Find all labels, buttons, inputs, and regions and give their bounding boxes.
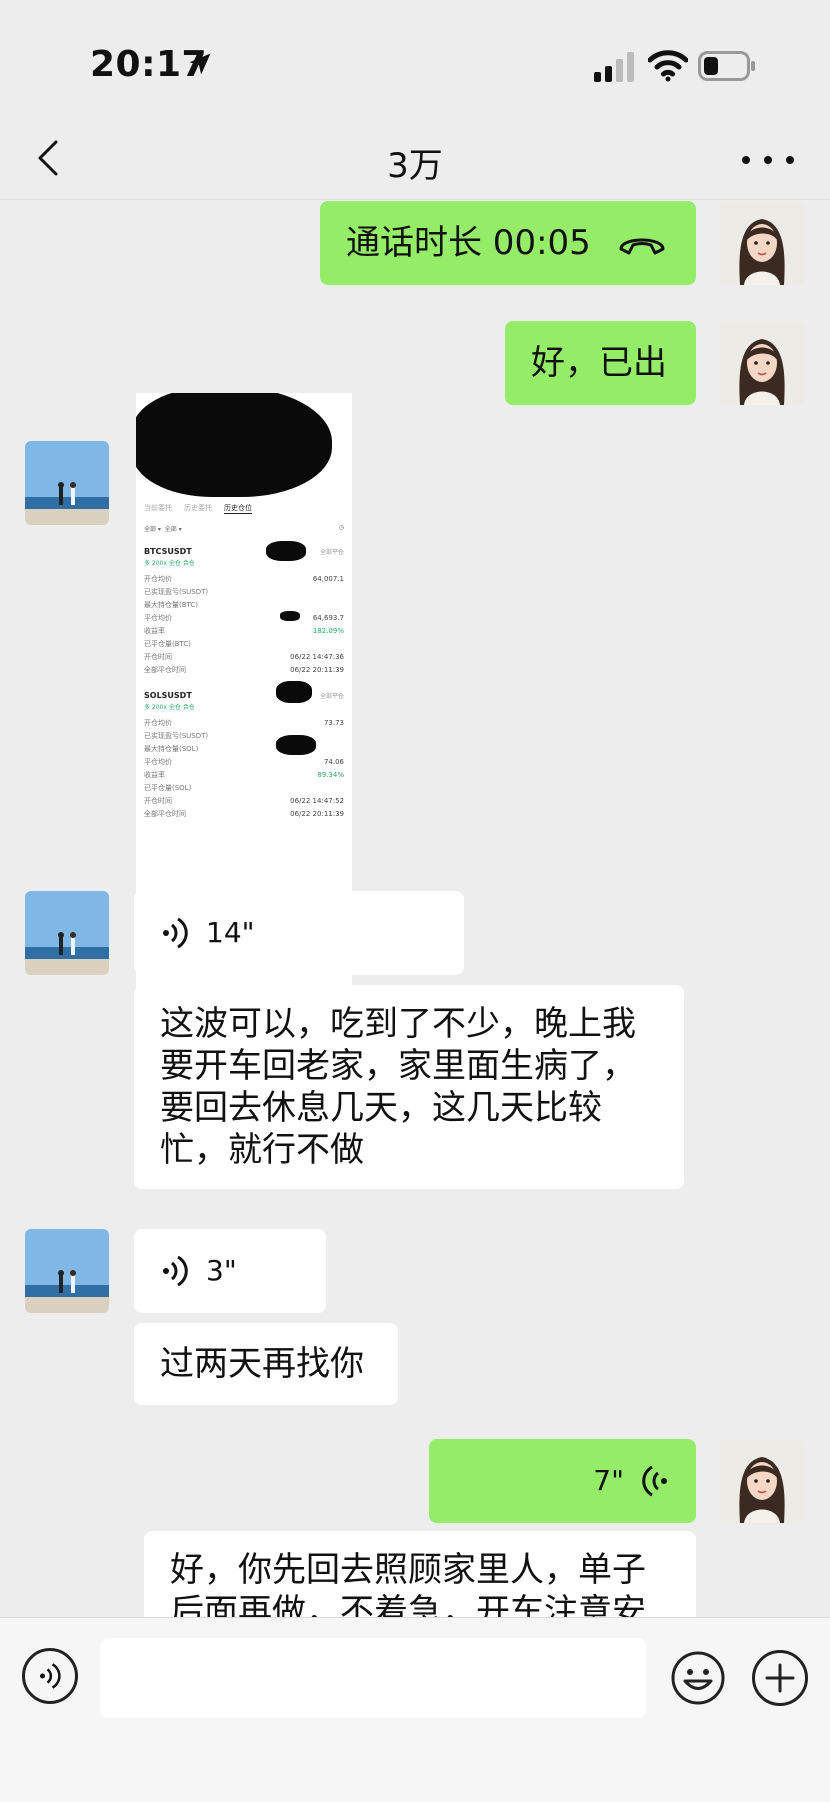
- image-tab-active: 历史仓位: [224, 504, 252, 514]
- chat-title: 3万: [387, 146, 443, 186]
- input-bar: [0, 1617, 830, 1802]
- redaction-mark: [266, 541, 306, 561]
- contact-avatar[interactable]: [25, 891, 109, 975]
- dot-icon: [786, 156, 794, 164]
- cellular-signal-icon: [594, 52, 634, 82]
- row-value: 06/22 20:11:39: [290, 810, 344, 818]
- row-key: 最大持仓量(SOL): [144, 745, 199, 753]
- my-avatar[interactable]: [720, 1439, 804, 1523]
- woman-portrait-icon: [720, 321, 804, 405]
- redaction-mark: [276, 681, 312, 703]
- row-value: 182.09%: [312, 627, 344, 635]
- wifi-icon: [648, 50, 688, 82]
- image-filters: 全部 ▾ 全部 ▾ ◷: [136, 520, 352, 541]
- contact-avatar[interactable]: [25, 441, 109, 525]
- row-value: 89.34%: [317, 771, 344, 779]
- location-arrow-icon: [189, 53, 211, 75]
- message-text: 这波可以，吃到了不少，晚上我要开车回老家，家里面生病了，要回去休息几天，这几天比…: [160, 1004, 636, 1170]
- row-key: 平仓均价: [144, 758, 172, 766]
- voice-message-bubble[interactable]: 3": [134, 1229, 326, 1313]
- voice-input-toggle[interactable]: [22, 1648, 78, 1704]
- image-tab: 历史委托: [184, 504, 212, 512]
- clock-icon: ◷: [338, 524, 344, 531]
- row-key: 开仓时间: [144, 653, 172, 661]
- chat-header: 3万: [0, 120, 830, 200]
- row-key: 已平仓量(SOL): [144, 784, 192, 792]
- row-value: 06/22 20:11:39: [290, 666, 344, 674]
- row-value: 74.06: [323, 758, 344, 766]
- message-text: 好，已出: [531, 343, 667, 383]
- row-key: 最大持仓量(BTC): [144, 601, 199, 609]
- row-key: 已实现盈亏(SUSDT): [144, 588, 209, 596]
- woman-portrait-icon: [720, 1439, 804, 1523]
- more-actions-button[interactable]: [752, 1650, 808, 1706]
- row-key: 开仓时间: [144, 797, 172, 805]
- position-tag: 多 200x 全仓 合仓: [144, 704, 195, 711]
- row-key: 全部平仓时间: [144, 666, 186, 674]
- my-avatar[interactable]: [720, 321, 804, 405]
- beach-couple-photo-icon: [25, 1229, 109, 1313]
- received-text-bubble[interactable]: 过两天再找你: [134, 1323, 398, 1405]
- woman-portrait-icon: [720, 201, 804, 285]
- voice-wave-icon: [642, 1465, 667, 1497]
- message-input[interactable]: [100, 1638, 646, 1718]
- position-card: SOLSUSDT 全部平仓 多 200x 全仓 合仓 开仓均价 73.73 已实现盈…: [136, 685, 352, 821]
- dot-icon: [742, 156, 750, 164]
- voice-message-bubble[interactable]: 14": [134, 891, 464, 975]
- voice-wave-icon: [163, 917, 188, 949]
- row-value: 64,007.1: [312, 575, 344, 583]
- row-value: 64,693.7: [312, 614, 344, 622]
- received-text-bubble[interactable]: 这波可以，吃到了不少，晚上我要开车回老家，家里面生病了，要回去休息几天，这几天比…: [134, 985, 684, 1189]
- voice-message-bubble[interactable]: 7": [429, 1439, 696, 1523]
- voice-duration: 3": [206, 1254, 237, 1287]
- call-record-bubble[interactable]: 通话时长 00:05: [320, 201, 696, 285]
- row-key: 全部平仓时间: [144, 810, 186, 818]
- image-tab: 当前委托: [144, 504, 172, 512]
- beach-couple-photo-icon: [25, 891, 109, 975]
- row-key: 收益率: [144, 771, 165, 779]
- battery-icon: [698, 51, 755, 81]
- position-action: 全部平仓: [319, 549, 344, 556]
- voice-wave-icon: [163, 1255, 188, 1287]
- beach-couple-photo-icon: [25, 441, 109, 525]
- emoji-button[interactable]: [670, 1650, 726, 1706]
- message-text: 过两天再找你: [160, 1344, 364, 1384]
- redaction-mark: [280, 611, 300, 621]
- dot-icon: [764, 156, 772, 164]
- voice-wave-icon: [40, 1663, 61, 1689]
- message-list[interactable]: 通话时长 00:05 好，已出 当前委托 历史委托 历史仓位 全部 ▾ 全部 ▾…: [0, 201, 830, 1617]
- row-key: 收益率: [144, 627, 165, 635]
- phone-hangup-icon: [619, 238, 665, 255]
- status-bar: 20:17: [0, 0, 830, 120]
- sent-text-bubble[interactable]: 好，已出: [505, 321, 696, 405]
- plus-icon: [765, 1663, 795, 1693]
- position-tag: 多 200x 全仓 合仓: [144, 560, 195, 567]
- position-symbol: SOLSUSDT: [144, 691, 192, 700]
- row-key: 平仓均价: [144, 614, 172, 622]
- row-key: 已平仓量(BTC): [144, 640, 192, 648]
- voice-duration: 7": [593, 1464, 624, 1497]
- image-filter: 全部 ▾: [164, 526, 182, 533]
- position-card: BTCSUSDT 全部平仓 多 200x 全仓 合仓 开仓均价 64,007.1 已…: [136, 541, 352, 677]
- row-value: 73.73: [323, 719, 344, 727]
- call-duration-text: 通话时长 00:05: [346, 223, 591, 263]
- voice-transcription-bubble[interactable]: 好，你先回去照顾家里人，单子后面再做，不着急，开车注意安: [144, 1531, 696, 1617]
- message-text: 好，你先回去照顾家里人，单子后面再做，不着急，开车注意安: [170, 1550, 646, 1617]
- row-value: 06/22 14:47:52: [290, 797, 344, 805]
- contact-avatar[interactable]: [25, 1229, 109, 1313]
- more-options-button[interactable]: [742, 142, 794, 178]
- position-action: 全部平仓: [319, 693, 344, 700]
- position-symbol: BTCSUSDT: [144, 547, 192, 556]
- redaction-mark: [276, 735, 316, 755]
- row-value: 06/22 14:47:36: [290, 653, 344, 661]
- row-key: 已实现盈亏(SUSDT): [144, 732, 209, 740]
- redaction-mark: [136, 393, 332, 497]
- voice-duration: 14": [206, 916, 255, 949]
- row-key: 开仓均价: [144, 575, 172, 583]
- row-key: 开仓均价: [144, 719, 172, 727]
- image-filter: 全部 ▾: [144, 526, 161, 533]
- my-avatar[interactable]: [720, 201, 804, 285]
